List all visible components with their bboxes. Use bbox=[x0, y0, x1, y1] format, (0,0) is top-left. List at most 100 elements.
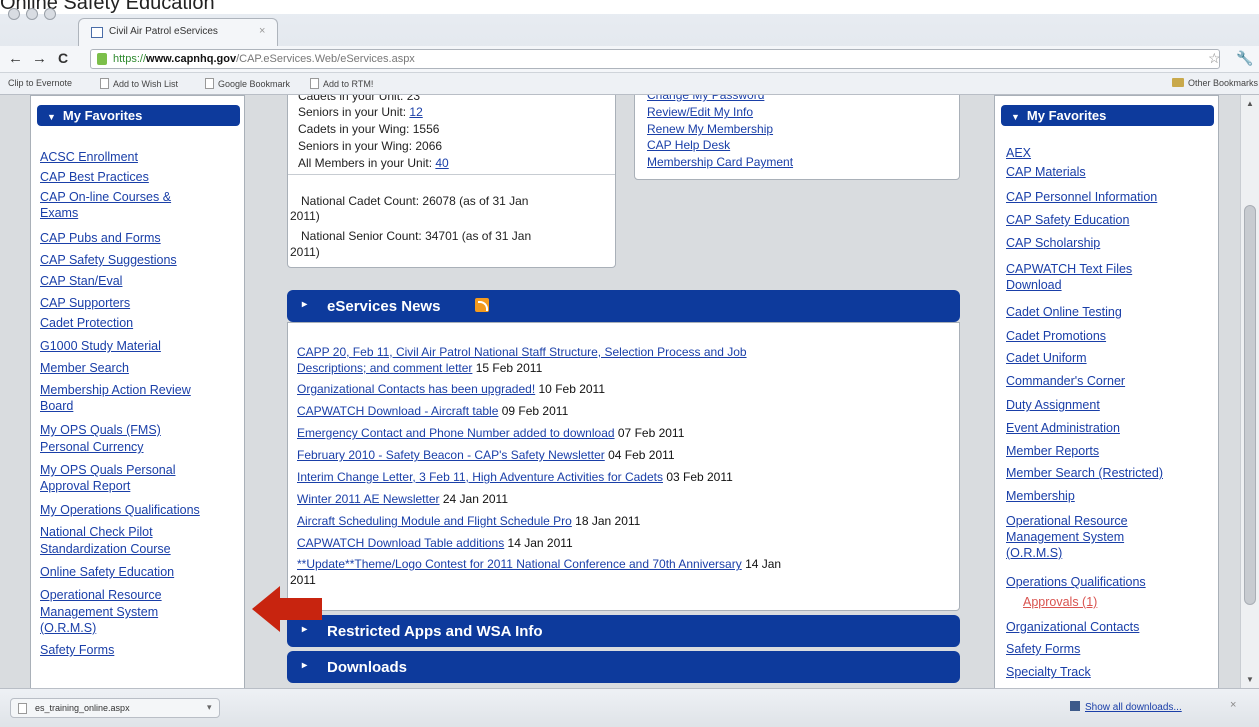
bookmark-star-icon[interactable]: ☆ bbox=[1208, 50, 1221, 67]
left-favorite-membership-action-review[interactable]: Membership Action Review bbox=[40, 383, 191, 398]
news-link[interactable]: Descriptions; and comment letter bbox=[297, 361, 472, 375]
right-favorites-header[interactable]: ▼ My Favorites bbox=[1001, 105, 1214, 126]
right-favorite-member-reports[interactable]: Member Reports bbox=[1006, 444, 1099, 459]
right-favorite-organizational-contacts[interactable]: Organizational Contacts bbox=[1006, 620, 1139, 635]
member-link-review-edit-my-info[interactable]: Review/Edit My Info bbox=[647, 105, 753, 119]
bookmark-google-bookmark[interactable]: Google Bookmark bbox=[205, 78, 290, 89]
forward-arrow-icon[interactable]: → bbox=[32, 50, 47, 67]
news-date: 24 Jan 2011 bbox=[439, 492, 509, 506]
member-link-cap-help-desk[interactable]: CAP Help Desk bbox=[647, 138, 730, 152]
news-link[interactable]: CAPWATCH Download - Aircraft table bbox=[297, 404, 498, 418]
news-link[interactable]: February 2010 - Safety Beacon - CAP's Sa… bbox=[297, 448, 605, 462]
close-download-shelf-icon[interactable]: × bbox=[1230, 699, 1236, 711]
left-favorite-cap-safety-suggestions[interactable]: CAP Safety Suggestions bbox=[40, 253, 177, 268]
right-favorite-operational-resource[interactable]: Operational Resource bbox=[1006, 514, 1128, 529]
right-favorite-management-system[interactable]: Management System bbox=[1006, 530, 1124, 545]
downloads-header[interactable]: ▸ Downloads bbox=[287, 651, 960, 683]
left-favorite-personal-currency[interactable]: Personal Currency bbox=[40, 440, 144, 455]
right-favorite-cap-personnel-information[interactable]: CAP Personnel Information bbox=[1006, 190, 1157, 205]
right-favorite-member-search-restricted[interactable]: Member Search (Restricted) bbox=[1006, 466, 1163, 481]
right-favorite-download[interactable]: Download bbox=[1006, 278, 1062, 293]
right-favorite-duty-assignment[interactable]: Duty Assignment bbox=[1006, 398, 1100, 413]
left-favorite-approval-report[interactable]: Approval Report bbox=[40, 479, 130, 494]
other-bookmarks-folder[interactable]: Other Bookmarks bbox=[1172, 78, 1258, 88]
left-favorites-header[interactable]: ▼ My Favorites bbox=[37, 105, 240, 126]
right-favorite-cadet-promotions[interactable]: Cadet Promotions bbox=[1006, 329, 1106, 344]
right-favorite-aex[interactable]: AEX bbox=[1006, 146, 1031, 161]
restricted-apps-header[interactable]: ▸ Restricted Apps and WSA Info bbox=[287, 615, 960, 647]
window-zoom-dot[interactable] bbox=[44, 8, 56, 20]
left-favorite-board[interactable]: Board bbox=[40, 399, 73, 414]
right-favorite-cadet-online-testing[interactable]: Cadet Online Testing bbox=[1006, 305, 1122, 320]
bookmark-clip-to-evernote[interactable]: Clip to Evernote bbox=[8, 78, 72, 88]
expand-arrow-icon: ▸ bbox=[302, 660, 308, 671]
news-link[interactable]: Winter 2011 AE Newsletter bbox=[297, 492, 440, 506]
right-favorite-capwatch-text-files[interactable]: CAPWATCH Text Files bbox=[1006, 262, 1132, 277]
left-favorite-cap-stan-eval[interactable]: CAP Stan/Eval bbox=[40, 274, 122, 289]
news-link[interactable]: CAPP 20, Feb 11, Civil Air Patrol Nation… bbox=[297, 345, 747, 359]
left-favorite-cap-supporters[interactable]: CAP Supporters bbox=[40, 296, 130, 311]
window-minimize-dot[interactable] bbox=[26, 8, 38, 20]
right-favorite-cap-safety-education[interactable]: CAP Safety Education bbox=[1006, 213, 1129, 228]
right-favorite-specialty-track[interactable]: Specialty Track bbox=[1006, 665, 1091, 680]
right-favorite-cadet-uniform[interactable]: Cadet Uniform bbox=[1006, 351, 1087, 366]
right-favorite-operations-qualifications[interactable]: Operations Qualifications bbox=[1006, 575, 1146, 590]
left-favorite-management-system[interactable]: Management System bbox=[40, 605, 158, 620]
address-bar[interactable]: https://www.capnhq.gov/CAP.eServices.Web… bbox=[90, 49, 1220, 69]
seniors-unit-link[interactable]: 12 bbox=[409, 105, 422, 119]
reload-icon[interactable]: C bbox=[58, 50, 68, 66]
window-close-dot[interactable] bbox=[8, 8, 20, 20]
right-favorite-event-administration[interactable]: Event Administration bbox=[1006, 421, 1120, 436]
eservices-news-header[interactable]: ▸ eServices News bbox=[287, 290, 960, 322]
news-link[interactable]: Emergency Contact and Phone Number added… bbox=[297, 426, 615, 440]
chevron-down-icon[interactable]: ▾ bbox=[207, 702, 212, 713]
news-date: 03 Feb 2011 bbox=[662, 470, 733, 484]
right-favorite-commander-s-corner[interactable]: Commander's Corner bbox=[1006, 374, 1125, 389]
left-favorite-cap-best-practices[interactable]: CAP Best Practices bbox=[40, 170, 149, 185]
page-scrollbar[interactable]: ▲ ▼ bbox=[1240, 95, 1259, 688]
news-link[interactable]: Organizational Contacts has been upgrade… bbox=[297, 382, 535, 396]
left-favorite-my-operations-qualifications[interactable]: My Operations Qualifications bbox=[40, 503, 200, 518]
all-members-link[interactable]: 40 bbox=[435, 156, 448, 170]
left-favorite-cap-pubs-and-forms[interactable]: CAP Pubs and Forms bbox=[40, 231, 161, 246]
scroll-thumb[interactable] bbox=[1244, 205, 1256, 605]
left-favorite-national-check-pilot[interactable]: National Check Pilot bbox=[40, 525, 153, 540]
news-link[interactable]: Interim Change Letter, 3 Feb 11, High Ad… bbox=[297, 470, 663, 484]
left-favorite-safety-forms[interactable]: Safety Forms bbox=[40, 643, 114, 658]
left-favorite-operational-resource[interactable]: Operational Resource bbox=[40, 588, 162, 603]
right-favorite-membership[interactable]: Membership bbox=[1006, 489, 1075, 504]
rss-feed-icon[interactable] bbox=[475, 298, 489, 312]
member-link-membership-card-payment[interactable]: Membership Card Payment bbox=[647, 155, 793, 169]
member-link-change-my-password[interactable]: Change My Password bbox=[647, 95, 764, 102]
news-link[interactable]: **Update**Theme/Logo Contest for 2011 Na… bbox=[297, 557, 742, 571]
right-favorite-cap-scholarship[interactable]: CAP Scholarship bbox=[1006, 236, 1100, 251]
right-favorite-cap-materials[interactable]: CAP Materials bbox=[1006, 165, 1086, 180]
back-arrow-icon[interactable]: ← bbox=[8, 50, 23, 67]
news-link[interactable]: CAPWATCH Download Table additions bbox=[297, 536, 504, 550]
right-favorite-o-r-m-s[interactable]: (O.R.M.S) bbox=[1006, 546, 1062, 561]
left-favorite-online-safety-education[interactable]: Online Safety Education bbox=[40, 565, 174, 580]
download-item[interactable]: es_training_online.aspx ▾ bbox=[10, 698, 220, 718]
news-item: February 2010 - Safety Beacon - CAP's Sa… bbox=[297, 448, 675, 463]
left-favorite-my-ops-quals-personal[interactable]: My OPS Quals Personal bbox=[40, 463, 175, 478]
right-favorite-safety-forms[interactable]: Safety Forms bbox=[1006, 642, 1080, 657]
member-link-renew-my-membership[interactable]: Renew My Membership bbox=[647, 122, 773, 136]
left-favorite-o-r-m-s[interactable]: (O.R.M.S) bbox=[40, 621, 96, 636]
right-favorite-approvals-1[interactable]: Approvals (1) bbox=[1023, 595, 1097, 610]
tab-close-icon[interactable]: × bbox=[259, 25, 265, 37]
news-link[interactable]: Aircraft Scheduling Module and Flight Sc… bbox=[297, 514, 572, 528]
show-all-downloads-link[interactable]: Show all downloads... bbox=[1070, 701, 1182, 713]
left-favorite-cap-on-line-courses[interactable]: CAP On-line Courses & bbox=[40, 190, 171, 205]
left-favorite-standardization-course[interactable]: Standardization Course bbox=[40, 542, 171, 557]
news-date: 10 Feb 2011 bbox=[535, 382, 606, 396]
left-favorite-g1000-study-material[interactable]: G1000 Study Material bbox=[40, 339, 161, 354]
left-favorite-acsc-enrollment[interactable]: ACSC Enrollment bbox=[40, 150, 138, 165]
bookmark-add-to-rtm[interactable]: Add to RTM! bbox=[310, 78, 373, 89]
wrench-menu-icon[interactable]: 🔧 bbox=[1236, 50, 1253, 67]
left-favorite-member-search[interactable]: Member Search bbox=[40, 361, 129, 376]
left-favorite-exams[interactable]: Exams bbox=[40, 206, 78, 221]
left-favorite-cadet-protection[interactable]: Cadet Protection bbox=[40, 316, 133, 331]
left-favorite-my-ops-quals-fms[interactable]: My OPS Quals (FMS) bbox=[40, 423, 161, 438]
bookmark-add-to-wish-list[interactable]: Add to Wish List bbox=[100, 78, 178, 89]
browser-tab[interactable]: Civil Air Patrol eServices × bbox=[78, 18, 278, 46]
